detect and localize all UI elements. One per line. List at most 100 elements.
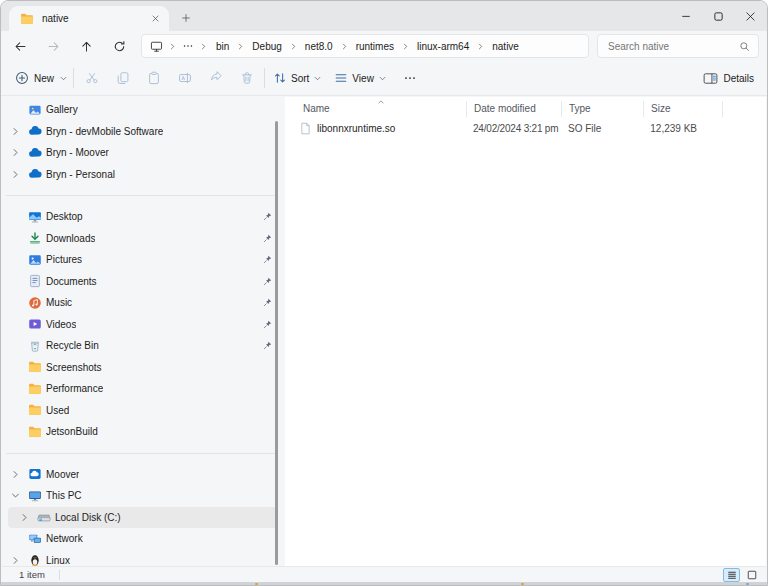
thumbnail-view-icon xyxy=(747,570,757,580)
back-button[interactable] xyxy=(6,33,34,59)
breadcrumb-chevron-icon xyxy=(168,42,177,51)
minimize-button[interactable] xyxy=(670,2,702,30)
chevron-right-icon[interactable] xyxy=(10,555,21,566)
sidebar-item-desktop[interactable]: Desktop xyxy=(8,206,277,228)
sidebar-item-music[interactable]: Music xyxy=(8,292,277,314)
file-pane: NameDate modifiedTypeSize libonnxruntime… xyxy=(285,97,766,566)
sidebar-item-label: Local Disk (C:) xyxy=(55,512,121,523)
thumbnail-view-toggle[interactable] xyxy=(743,568,760,582)
tab-title: native xyxy=(42,13,137,24)
file-date-cell: 24/02/2024 3:21 pm xyxy=(466,123,561,134)
network-icon xyxy=(28,532,42,546)
search-box[interactable] xyxy=(597,34,759,58)
sidebar-scrollbar[interactable] xyxy=(275,121,278,565)
sort-button[interactable]: Sort xyxy=(267,71,328,85)
sidebar-item-this-pc[interactable]: This PC xyxy=(8,485,277,507)
new-label: New xyxy=(34,73,54,84)
sidebar: GalleryBryn - devMobile SoftwareBryn - M… xyxy=(2,97,285,566)
sidebar-item-local-disk-c[interactable]: Local Disk (C:) xyxy=(8,507,277,529)
search-input[interactable] xyxy=(606,40,739,53)
share-button[interactable] xyxy=(200,63,231,93)
chevron-right-icon[interactable] xyxy=(19,512,30,523)
tab-close-button[interactable] xyxy=(145,9,165,29)
chevron-right-icon[interactable] xyxy=(10,169,21,180)
breadcrumb-item-net8-0[interactable]: net8.0 xyxy=(298,41,340,52)
chevron-spacer xyxy=(10,383,21,394)
plus-icon xyxy=(181,13,191,23)
column-header-size[interactable]: Size xyxy=(643,101,723,117)
sort-ascending-icon xyxy=(377,98,385,106)
breadcrumb-item-debug[interactable]: Debug xyxy=(245,41,288,52)
sidebar-item-bryn-devmobile-software[interactable]: Bryn - devMobile Software xyxy=(8,121,277,143)
sidebar-item-documents[interactable]: Documents xyxy=(8,271,277,293)
tab-native[interactable]: native xyxy=(9,6,169,31)
chevron-spacer xyxy=(10,533,21,544)
column-header-name[interactable]: Name xyxy=(285,101,466,117)
caption-buttons xyxy=(670,2,766,30)
forward-button[interactable] xyxy=(39,33,67,59)
new-tab-button[interactable] xyxy=(177,9,195,27)
paste-icon xyxy=(147,71,161,85)
breadcrumb-item-native[interactable]: native xyxy=(485,41,526,52)
breadcrumb-item-bin[interactable]: bin xyxy=(209,41,236,52)
chevron-spacer xyxy=(10,362,21,373)
close-button[interactable] xyxy=(734,2,766,30)
maximize-button[interactable] xyxy=(702,2,734,30)
rename-button[interactable] xyxy=(169,63,200,93)
breadcrumb-overflow[interactable] xyxy=(182,40,194,52)
sidebar-item-bryn-moover[interactable]: Bryn - Moover xyxy=(8,142,277,164)
refresh-button[interactable] xyxy=(105,33,133,59)
breadcrumb-item-linux-arm64[interactable]: linux-arm64 xyxy=(410,41,476,52)
cut-button[interactable] xyxy=(76,63,107,93)
up-button[interactable] xyxy=(72,33,100,59)
view-toggles xyxy=(723,568,760,582)
view-label: View xyxy=(352,73,374,84)
file-date: 24/02/2024 3:21 pm xyxy=(473,123,558,134)
column-header-type[interactable]: Type xyxy=(561,101,643,117)
breadcrumb-chevron-icon xyxy=(476,42,485,51)
sidebar-item-screenshots[interactable]: Screenshots xyxy=(8,357,277,379)
chevron-down-icon[interactable] xyxy=(10,490,21,501)
file-row-libonnxruntime-so[interactable]: libonnxruntime.so24/02/2024 3:21 pmSO Fi… xyxy=(285,120,766,138)
column-header-date-modified[interactable]: Date modified xyxy=(466,101,561,117)
paste-button[interactable] xyxy=(138,63,169,93)
chevron-spacer xyxy=(10,340,21,351)
sidebar-item-jetsonbuild[interactable]: JetsonBuild xyxy=(8,421,277,443)
file-icon xyxy=(299,122,312,135)
breadcrumb-chevron-icon xyxy=(199,42,208,51)
sort-icon xyxy=(273,71,287,85)
chevron-right-icon[interactable] xyxy=(10,469,21,480)
breadcrumb-item-runtimes[interactable]: runtimes xyxy=(349,41,401,52)
more-options-button[interactable] xyxy=(395,63,425,93)
sidebar-item-downloads[interactable]: Downloads xyxy=(8,228,277,250)
delete-icon xyxy=(240,71,254,85)
sidebar-item-recycle-bin[interactable]: Recycle Bin xyxy=(8,335,277,357)
new-plus-icon xyxy=(15,71,29,85)
address-bar[interactable]: bin Debug net8.0 runtimes linux-arm64 native xyxy=(141,34,589,58)
new-button[interactable]: New xyxy=(1,61,71,95)
details-view-toggle[interactable] xyxy=(723,568,740,582)
sidebar-item-performance[interactable]: Performance xyxy=(8,378,277,400)
maximize-icon xyxy=(712,10,725,23)
sidebar-item-label: Performance xyxy=(46,383,103,394)
view-button[interactable]: View xyxy=(328,71,393,85)
sidebar-item-network[interactable]: Network xyxy=(8,528,277,550)
chevron-right-icon[interactable] xyxy=(10,126,21,137)
sidebar-item-bryn-personal[interactable]: Bryn - Personal xyxy=(8,164,277,186)
folder-icon xyxy=(28,360,42,374)
sidebar-item-label: This PC xyxy=(46,490,82,501)
chevron-spacer xyxy=(10,426,21,437)
sidebar-item-pictures[interactable]: Pictures xyxy=(8,249,277,271)
sidebar-item-videos[interactable]: Videos xyxy=(8,314,277,336)
sidebar-item-moover[interactable]: Moover xyxy=(8,464,277,486)
copy-button[interactable] xyxy=(107,63,138,93)
details-pane-button[interactable]: Details xyxy=(703,71,767,86)
sidebar-item-gallery[interactable]: Gallery xyxy=(8,99,277,121)
desktop-icon xyxy=(28,210,42,224)
up-icon xyxy=(80,40,93,53)
chevron-right-icon[interactable] xyxy=(10,147,21,158)
chevron-spacer xyxy=(10,104,21,115)
sidebar-item-linux[interactable]: Linux xyxy=(8,550,277,567)
delete-button[interactable] xyxy=(231,63,262,93)
sidebar-item-used[interactable]: Used xyxy=(8,400,277,422)
